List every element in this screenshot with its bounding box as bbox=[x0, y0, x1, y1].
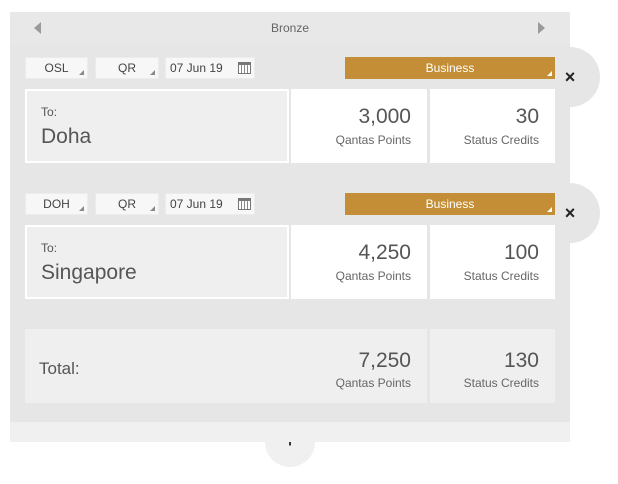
points-label: Qantas Points bbox=[335, 133, 411, 147]
date-value: 07 Jun 19 bbox=[170, 61, 223, 75]
cabin-value: Business bbox=[425, 197, 475, 211]
destination-city: Singapore bbox=[41, 261, 137, 284]
points-card: 3,000 Qantas Points bbox=[291, 89, 427, 163]
credits-card: 30 Status Credits bbox=[430, 89, 555, 163]
destination-card: To: Doha bbox=[25, 89, 289, 163]
destination-city: Doha bbox=[41, 125, 92, 148]
points-card: 4,250 Qantas Points bbox=[291, 225, 427, 299]
destination-card: To: Singapore bbox=[25, 225, 289, 299]
cabin-select[interactable]: Business bbox=[345, 193, 555, 215]
dropdown-corner-icon bbox=[79, 206, 84, 211]
dropdown-corner-icon bbox=[79, 70, 84, 75]
total-credits-box: 130 Status Credits bbox=[430, 329, 555, 403]
total-credits-value: 130 bbox=[503, 349, 539, 372]
tier-label: Bronze bbox=[270, 21, 310, 35]
panel-footer bbox=[10, 422, 570, 442]
airline-select[interactable]: QR bbox=[95, 193, 159, 215]
to-label: To: bbox=[41, 105, 58, 119]
tier-selector: Bronze bbox=[10, 12, 570, 44]
airline-value: QR bbox=[118, 197, 136, 211]
to-label: To: bbox=[41, 241, 58, 255]
triangle-right-icon[interactable] bbox=[538, 22, 545, 34]
cabin-select[interactable]: Business bbox=[345, 57, 555, 79]
dropdown-corner-icon bbox=[150, 70, 155, 75]
total-points-box: Total: 7,250 Qantas Points bbox=[25, 329, 427, 403]
origin-select[interactable]: OSL bbox=[25, 57, 88, 79]
origin-value: OSL bbox=[44, 61, 69, 75]
airline-select[interactable]: QR bbox=[95, 57, 159, 79]
points-label: Qantas Points bbox=[335, 269, 411, 283]
calendar-icon[interactable] bbox=[238, 62, 251, 74]
dropdown-corner-icon bbox=[547, 71, 552, 76]
cabin-value: Business bbox=[425, 61, 475, 75]
close-icon[interactable]: × bbox=[553, 60, 587, 94]
total-points-label: Qantas Points bbox=[335, 376, 411, 390]
dropdown-corner-icon bbox=[150, 206, 155, 211]
credits-value: 100 bbox=[503, 241, 539, 264]
credits-value: 30 bbox=[515, 105, 539, 128]
total-points-value: 7,250 bbox=[358, 349, 411, 372]
date-field[interactable]: 07 Jun 19 bbox=[165, 57, 255, 79]
points-value: 4,250 bbox=[358, 241, 411, 264]
credits-label: Status Credits bbox=[463, 133, 539, 147]
total-label: Total: bbox=[39, 359, 80, 378]
credits-card: 100 Status Credits bbox=[430, 225, 555, 299]
origin-select[interactable]: DOH bbox=[25, 193, 88, 215]
close-icon[interactable]: × bbox=[553, 196, 587, 230]
points-value: 3,000 bbox=[358, 105, 411, 128]
calendar-icon[interactable] bbox=[238, 198, 251, 210]
date-value: 07 Jun 19 bbox=[170, 197, 223, 211]
date-field[interactable]: 07 Jun 19 bbox=[165, 193, 255, 215]
total-credits-label: Status Credits bbox=[463, 376, 539, 390]
credits-label: Status Credits bbox=[463, 269, 539, 283]
airline-value: QR bbox=[118, 61, 136, 75]
dropdown-corner-icon bbox=[547, 207, 552, 212]
origin-value: DOH bbox=[43, 197, 70, 211]
